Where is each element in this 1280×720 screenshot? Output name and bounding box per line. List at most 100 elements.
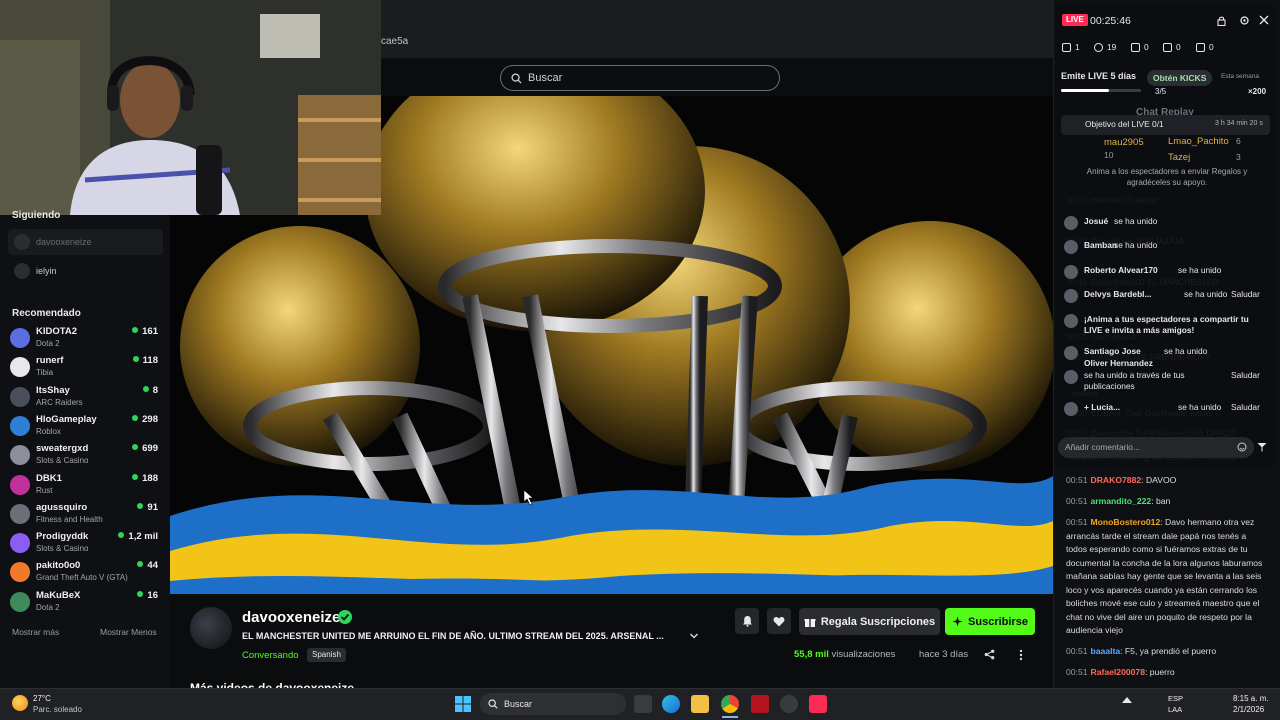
- greet-button[interactable]: Saludar: [1231, 370, 1260, 380]
- event-user: Delvys Bardebl...: [1084, 289, 1152, 299]
- following-name: ielyin: [36, 266, 57, 276]
- chrome-icon[interactable]: [721, 695, 739, 713]
- chat-message: 00:51 armandito_222: ban: [1066, 495, 1269, 509]
- avatar: [10, 328, 30, 348]
- app-icon-steam[interactable]: [780, 695, 798, 713]
- viewer-count: 44: [137, 560, 158, 571]
- weather-desc[interactable]: Parc. soleado: [33, 705, 82, 714]
- input-language-bottom[interactable]: LAA: [1168, 705, 1182, 714]
- show-less-link[interactable]: Mostrar Menos: [100, 627, 157, 637]
- chat-text: Davo hermano otra vez arrancás tarde el …: [1066, 517, 1263, 635]
- chat-message: 00:51 baaalta: F5, ya prendió el puerro: [1066, 645, 1269, 659]
- get-kicks-button[interactable]: Obtén KICKS: [1147, 70, 1213, 86]
- task-view-icon[interactable]: [634, 695, 652, 713]
- chat-message: 00:51 Rafael200078: puerro: [1066, 666, 1269, 680]
- chevron-down-icon[interactable]: [689, 631, 699, 641]
- taskbar-search-label: Buscar: [504, 699, 533, 709]
- viewer-count: 1,2 mil: [118, 531, 158, 542]
- recommended-channel[interactable]: Prodigyddk Slots & Casino 1,2 mil: [10, 530, 160, 558]
- person-icon: [1062, 43, 1071, 52]
- avatar: [10, 445, 30, 466]
- search-icon: [488, 699, 498, 709]
- event-text: ¡Anima a tus espectadores a compartir tu…: [1084, 314, 1249, 335]
- ranking-name: Tazej: [1168, 152, 1191, 163]
- chat-username[interactable]: Rafael200078: [1091, 667, 1145, 677]
- multiplier: ×200: [1248, 87, 1267, 96]
- recommended-channel[interactable]: DBK1 Rust 188: [10, 472, 160, 500]
- event-user: Santiago Jose: [1084, 346, 1141, 356]
- stream-title: EL MANCHESTER UNITED ME ARRUINO EL FIN D…: [242, 631, 664, 641]
- following-item-davooxeneize[interactable]: davooxeneize: [8, 229, 163, 255]
- recommended-channel[interactable]: ItsShay ARC Raiders 8: [10, 384, 160, 412]
- viewer-count: 161: [132, 326, 158, 337]
- recommended-channel[interactable]: agussquiro Fitness and Health 91: [10, 501, 160, 529]
- send-icon[interactable]: [1257, 442, 1267, 452]
- search-placeholder: Buscar: [528, 72, 563, 84]
- channel-name: KIDOTA2: [36, 326, 77, 337]
- language-badge[interactable]: Spanish: [307, 648, 346, 662]
- recommended-channel[interactable]: sweatergxd Slots & Casino 699: [10, 442, 160, 470]
- bell-icon: [742, 616, 752, 627]
- subscribe-button[interactable]: Suscribirse: [945, 608, 1035, 635]
- channel-category: Slots & Casino: [36, 456, 89, 466]
- settings-icon[interactable]: [1239, 15, 1250, 26]
- file-explorer-icon[interactable]: [691, 695, 709, 713]
- more-options-icon[interactable]: [1018, 649, 1024, 661]
- app-icon-red[interactable]: [751, 695, 769, 713]
- viewer-count: 118: [133, 355, 158, 366]
- stream-category[interactable]: Conversando: [242, 650, 299, 661]
- notification-button[interactable]: [735, 608, 759, 634]
- recommended-channel[interactable]: pakito0o0 Grand Theft Auto V (GTA) 44: [10, 559, 160, 587]
- following-item-ielyin[interactable]: ielyin: [8, 258, 163, 284]
- stat-count: 19: [1107, 42, 1117, 52]
- lock-icon[interactable]: [1217, 16, 1226, 26]
- greet-button[interactable]: Saludar: [1231, 402, 1260, 412]
- avatar: [14, 234, 30, 250]
- clock-date[interactable]: 2/1/2026: [1233, 705, 1264, 714]
- recommended-channel[interactable]: runerf Tibia 118: [10, 354, 160, 382]
- view-count: 55,8 mil visualizaciones: [794, 649, 895, 660]
- chat-time: 00:51: [1066, 667, 1088, 677]
- view-count-label: visualizaciones: [831, 649, 896, 660]
- follow-button[interactable]: [767, 608, 791, 634]
- chat-username[interactable]: MonoBostero012: [1091, 517, 1161, 527]
- chat-username[interactable]: DRAKO7882: [1091, 475, 1142, 485]
- ranking-name: mau2905: [1104, 137, 1144, 148]
- event-text: se ha unido a través de tus publicacione…: [1084, 370, 1185, 391]
- recommended-channel[interactable]: MaKuBeX Dota 2 16: [10, 589, 160, 617]
- clock-time[interactable]: 8:15 a. m.: [1233, 694, 1269, 703]
- chat-username[interactable]: armandito_222: [1091, 496, 1152, 506]
- streamer-name[interactable]: davooxeneize: [242, 609, 340, 626]
- streamer-avatar[interactable]: [190, 607, 232, 649]
- tray-expand-icon[interactable]: [1122, 697, 1132, 703]
- address-bar-fragment[interactable]: cae5a: [381, 36, 408, 47]
- recommended-channel[interactable]: KIDOTA2 Dota 2 161: [10, 325, 160, 353]
- close-icon[interactable]: [1259, 15, 1269, 25]
- edge-icon[interactable]: [662, 695, 680, 713]
- tiktok-live-icon[interactable]: [809, 695, 827, 713]
- windows-start-icon[interactable]: [455, 696, 471, 712]
- share-icon[interactable]: [984, 649, 995, 660]
- greet-button[interactable]: Saludar: [1231, 289, 1260, 299]
- stat-count: 0: [1144, 42, 1149, 52]
- gift-label: Regala Suscripciones: [820, 615, 936, 628]
- recommended-channel[interactable]: HloGameplay Roblox 298: [10, 413, 160, 441]
- avatar: [10, 357, 30, 378]
- avatar: [10, 386, 30, 407]
- gift-subscriptions-button[interactable]: Regala Suscripciones: [799, 608, 940, 635]
- input-language-top[interactable]: ESP: [1168, 694, 1183, 703]
- event-text: se ha unido: [1164, 346, 1208, 356]
- avatar: [14, 263, 30, 279]
- weather-temp[interactable]: 27°C: [33, 694, 51, 703]
- emoji-icon[interactable]: [1237, 442, 1247, 452]
- taskbar-search[interactable]: Buscar: [480, 693, 626, 715]
- avatar: [10, 415, 30, 436]
- chat-time: 00:51: [1066, 496, 1088, 506]
- search-input[interactable]: Buscar: [500, 65, 780, 91]
- streak-progress-track: [1061, 89, 1141, 92]
- chat-username[interactable]: baaalta: [1091, 646, 1121, 656]
- ranking-name: Lmao_Pachito: [1168, 136, 1229, 147]
- event-text: se ha unido: [1114, 216, 1158, 226]
- show-more-link[interactable]: Mostrar más: [12, 627, 59, 637]
- event-text: se ha unido: [1178, 265, 1222, 275]
